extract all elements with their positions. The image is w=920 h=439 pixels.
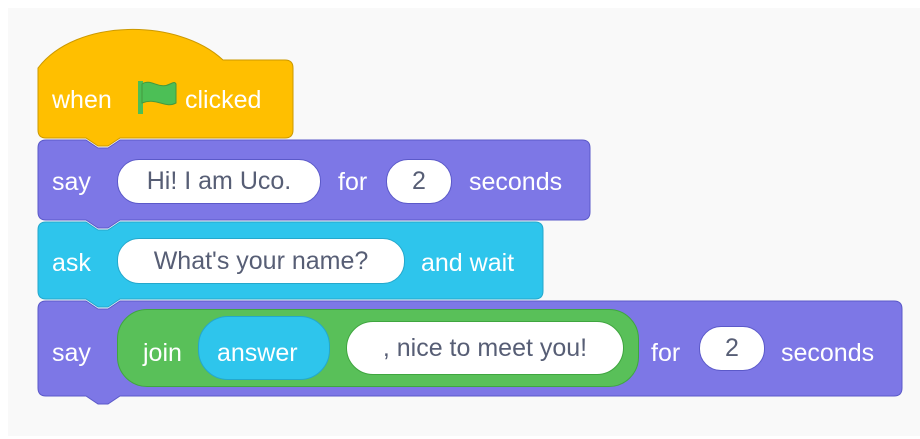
ask-label: ask bbox=[52, 249, 91, 277]
for-label: for bbox=[338, 168, 368, 196]
say-message-value: Hi! I am Uco. bbox=[146, 167, 292, 195]
clicked-label: clicked bbox=[185, 86, 262, 114]
seconds-label: seconds bbox=[469, 168, 563, 196]
say-seconds-value-2: 2 bbox=[725, 334, 739, 362]
join-text-value: , nice to meet you! bbox=[382, 333, 588, 362]
say-seconds-value: 2 bbox=[412, 167, 426, 195]
and-wait-label: and wait bbox=[421, 249, 515, 277]
say-message-input[interactable]: Hi! I am Uco. bbox=[117, 159, 321, 204]
answer-label: answer bbox=[217, 339, 298, 367]
say-label-2: say bbox=[52, 339, 91, 367]
join-label: join bbox=[143, 339, 182, 367]
ask-question-input[interactable]: What's your name? bbox=[117, 238, 405, 284]
for-label-2: for bbox=[651, 339, 681, 367]
say-label: say bbox=[52, 168, 91, 196]
say-seconds-input-2[interactable]: 2 bbox=[699, 326, 765, 371]
when-label: when bbox=[52, 86, 112, 114]
seconds-label-2: seconds bbox=[781, 339, 875, 367]
code-workspace[interactable]: when clicked say Hi! I am Uco. for 2 sec… bbox=[8, 8, 920, 436]
join-text-input[interactable]: , nice to meet you! bbox=[346, 321, 624, 375]
say-seconds-input[interactable]: 2 bbox=[386, 159, 452, 204]
ask-question-value: What's your name? bbox=[153, 246, 369, 275]
